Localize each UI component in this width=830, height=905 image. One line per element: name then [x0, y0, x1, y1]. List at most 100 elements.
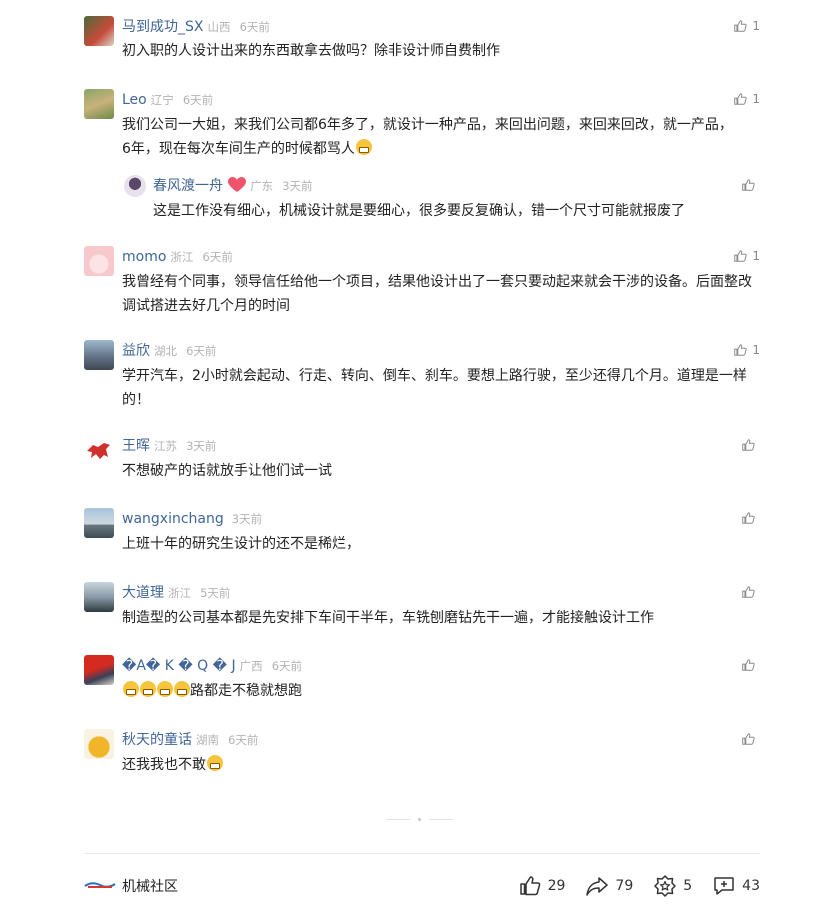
- comment-item: 益欣 湖北 6天前 1 学开汽车，2小时就会起动、行走、转向、倒车、刹车。要想上路…: [84, 340, 760, 410]
- comment-time: 6天前: [186, 344, 217, 358]
- thumb-up-icon: [742, 659, 755, 671]
- loading-indicator: [386, 818, 453, 821]
- like-button[interactable]: 1: [733, 340, 760, 360]
- like-button[interactable]: [741, 175, 760, 195]
- thumb-up-icon: [742, 179, 755, 191]
- comment-icon: [714, 877, 734, 895]
- comment-text: 还我我也不敢: [122, 753, 760, 777]
- thumb-up-icon: [734, 93, 748, 105]
- comment-location: 浙江: [168, 586, 191, 600]
- like-count: 1: [752, 19, 760, 33]
- like-total: 29: [547, 878, 566, 894]
- comment-time: 3天前: [231, 512, 263, 526]
- comment-author[interactable]: wangxinchang: [122, 511, 224, 527]
- avatar[interactable]: [84, 582, 114, 612]
- comment-text: 我们公司一大姐，来我们公司都6年多了，就设计一种产品，来回出问题，来回来回改，就…: [122, 113, 740, 161]
- comment-action-button[interactable]: 43: [712, 874, 760, 898]
- grin-emoji-icon: [140, 681, 156, 697]
- action-bar: 29 79 5 43: [518, 872, 760, 900]
- comment-time: 5天前: [200, 586, 231, 600]
- comment-time: 6天前: [239, 20, 270, 34]
- comment-author[interactable]: 王晖: [122, 438, 150, 454]
- comment-location: 辽宁: [150, 93, 174, 107]
- thumb-up-icon: [734, 344, 748, 356]
- footer-bar: 机械社区 29 79 5 43: [84, 872, 760, 900]
- like-button[interactable]: 1: [733, 16, 760, 36]
- comment-time: 6天前: [182, 93, 214, 107]
- like-button[interactable]: [741, 655, 760, 675]
- comment-text-content: 路都走不稳就想跑: [190, 683, 302, 699]
- comment-time: 6天前: [271, 659, 303, 673]
- reply-time: 3天前: [282, 179, 313, 193]
- comment-text: 不想破产的话就放手让他们试一试: [122, 463, 332, 479]
- avatar[interactable]: [124, 175, 146, 197]
- like-count: 1: [752, 92, 760, 106]
- thumb-up-icon: [519, 876, 540, 896]
- like-button[interactable]: 1: [733, 89, 760, 109]
- comment-author[interactable]: 大道理: [122, 585, 164, 601]
- grin-emoji-icon: [123, 681, 139, 697]
- comment-author[interactable]: Leo: [122, 92, 147, 108]
- thumb-up-icon: [734, 20, 748, 32]
- comment-author[interactable]: momo: [122, 249, 166, 265]
- like-count: 1: [752, 343, 760, 357]
- avatar[interactable]: [84, 340, 114, 370]
- comment-text: 路都走不稳就想跑: [122, 679, 760, 703]
- avatar[interactable]: [84, 435, 114, 465]
- comment-text-content: 我们公司一大姐，来我们公司都6年多了，就设计一种产品，来回出问题，来回来回改，就…: [122, 117, 733, 157]
- grin-emoji-icon: [157, 681, 173, 697]
- reply-author[interactable]: 春风渡一舟: [153, 178, 223, 194]
- comment-item: 秋天的童话 湖南 6天前 还我我也不敢: [84, 729, 760, 779]
- brand-name[interactable]: 机械社区: [122, 876, 178, 896]
- like-button[interactable]: [741, 435, 760, 455]
- comment-item: �A� K � Q � J 广西 6天前 路都走不稳就想跑: [84, 655, 760, 705]
- like-button[interactable]: [741, 729, 760, 749]
- reply-text: 这是工作没有细心，机械设计就是要细心，很多要反复确认，错一个尺寸可能就报废了: [153, 203, 685, 219]
- like-count: 1: [752, 249, 760, 263]
- comment-location: 浙江: [170, 250, 194, 264]
- comment-text: 学开汽车，2小时就会起动、行走、转向、倒车、刹车。要想上路行驶，至少还得几个月。…: [122, 368, 747, 408]
- avatar[interactable]: [84, 89, 114, 119]
- grin-emoji-icon: [174, 681, 190, 697]
- brand-logo-icon[interactable]: [84, 880, 116, 890]
- like-action-button[interactable]: 29: [518, 874, 566, 898]
- thumb-up-icon: [734, 250, 748, 262]
- comment-item: 王晖 江苏 3天前 不想破产的话就放手让他们试一试: [84, 435, 760, 485]
- thumb-up-icon: [742, 512, 755, 524]
- like-button[interactable]: 1: [733, 246, 760, 266]
- comment-item: Leo 辽宁 6天前 1 我们公司一大姐，来我们公司都6年多了，就设计一种产品，来…: [84, 89, 760, 229]
- divider: [386, 819, 410, 820]
- heart-emoji-icon: [228, 177, 247, 192]
- comment-author[interactable]: 益欣: [122, 343, 150, 359]
- share-action-button[interactable]: 79: [585, 874, 633, 898]
- comment-author[interactable]: 马到成功_SX: [122, 19, 203, 35]
- dot: [418, 818, 421, 821]
- collect-total: 5: [683, 878, 693, 894]
- comment-text: 制造型的公司基本都是先安排下车间干半年，车铣刨磨钻先干一遍，才能接触设计工作: [122, 610, 654, 626]
- red-horse-avatar-image: [87, 443, 110, 459]
- avatar[interactable]: [84, 508, 114, 538]
- divider: [429, 819, 453, 820]
- avatar[interactable]: [84, 655, 114, 685]
- share-total: 79: [615, 878, 634, 894]
- avatar[interactable]: [84, 16, 114, 46]
- collect-icon: [654, 875, 676, 897]
- avatar[interactable]: [84, 246, 114, 276]
- share-icon: [586, 877, 609, 896]
- comment-item: momo 浙江 6天前 1 我曾经有个同事，领导信任给他一个项目，结果他设计出了一…: [84, 246, 760, 316]
- comment-author[interactable]: �A� K � Q � J: [122, 658, 236, 674]
- laugh-cry-emoji-icon: [355, 139, 372, 155]
- comment-author[interactable]: 秋天的童话: [122, 732, 192, 748]
- collect-action-button[interactable]: 5: [653, 874, 692, 898]
- comment-time: 3天前: [186, 439, 217, 453]
- comment-time: 6天前: [202, 250, 233, 264]
- avatar[interactable]: [84, 729, 114, 759]
- like-button[interactable]: [741, 508, 760, 528]
- comment-text: 我曾经有个同事，领导信任给他一个项目，结果他设计出了一套只要动起来就会干涉的设备…: [122, 274, 752, 314]
- reply-location: 广东: [250, 179, 274, 193]
- comment-total: 43: [742, 878, 760, 894]
- comment-item: 马到成功_SX 山西 6天前 1 初入职的人设计出来的东西敢拿去做吗？除非设计师自…: [84, 16, 760, 66]
- footer-divider: [84, 853, 760, 854]
- like-button[interactable]: [741, 582, 760, 602]
- comment-location: 江苏: [154, 439, 177, 453]
